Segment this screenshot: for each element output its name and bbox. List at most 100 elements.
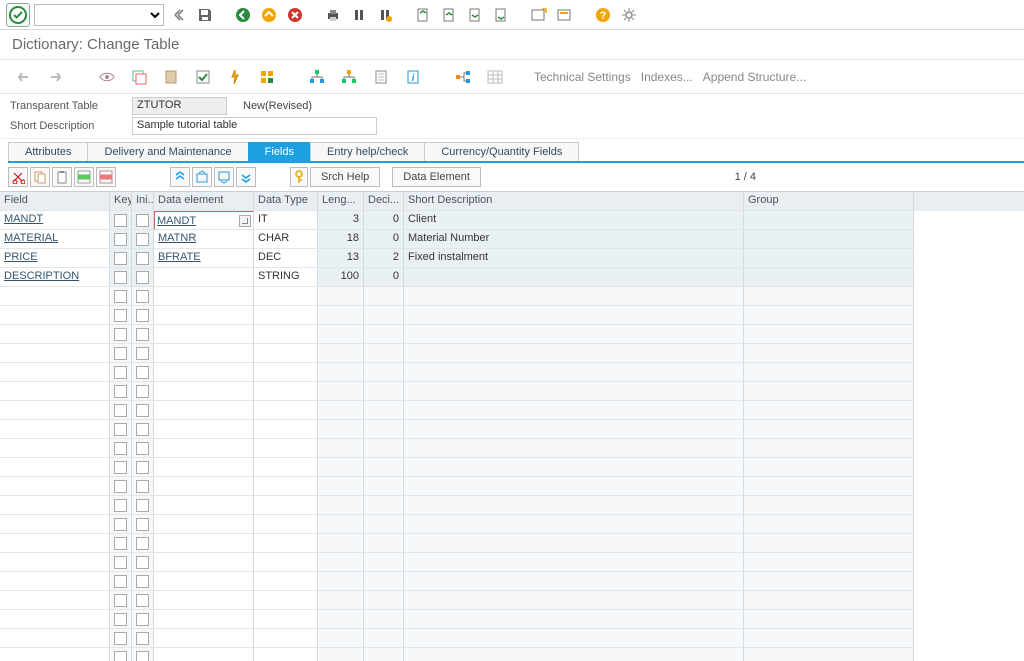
- where-used-icon[interactable]: [257, 67, 277, 87]
- other-object-icon[interactable]: [161, 67, 181, 87]
- find-icon[interactable]: [349, 5, 369, 25]
- field-cell[interactable]: [0, 477, 110, 496]
- data-element-cell[interactable]: [154, 458, 254, 477]
- init-checkbox[interactable]: [132, 344, 154, 363]
- key-checkbox[interactable]: [110, 515, 132, 534]
- group-cell[interactable]: [744, 249, 914, 268]
- init-checkbox[interactable]: [132, 610, 154, 629]
- field-cell[interactable]: [0, 534, 110, 553]
- data-element-cell[interactable]: [154, 572, 254, 591]
- field-cell[interactable]: [0, 420, 110, 439]
- key-checkbox[interactable]: [110, 325, 132, 344]
- col-type[interactable]: Data Type: [254, 192, 318, 211]
- key-checkbox[interactable]: [110, 496, 132, 515]
- copy-icon[interactable]: [30, 167, 50, 187]
- data-element-button[interactable]: Data Element: [392, 167, 481, 187]
- group-cell[interactable]: [744, 572, 914, 591]
- init-checkbox[interactable]: [132, 458, 154, 477]
- data-element-cell[interactable]: [154, 477, 254, 496]
- key-checkbox[interactable]: [110, 572, 132, 591]
- group-cell[interactable]: [744, 306, 914, 325]
- field-cell[interactable]: [0, 610, 110, 629]
- tab-entry-help[interactable]: Entry help/check: [310, 142, 425, 161]
- ok-button[interactable]: [6, 3, 30, 27]
- key-checkbox[interactable]: [110, 268, 132, 287]
- tab-currency[interactable]: Currency/Quantity Fields: [424, 142, 579, 161]
- append-structure-button[interactable]: Append Structure...: [703, 70, 806, 84]
- key-checkbox[interactable]: [110, 249, 132, 268]
- info-icon[interactable]: i: [403, 67, 423, 87]
- data-element-cell[interactable]: [154, 363, 254, 382]
- data-element-cell[interactable]: [154, 648, 254, 661]
- key-checkbox[interactable]: [110, 610, 132, 629]
- table-name-field[interactable]: ZTUTOR: [132, 97, 227, 115]
- init-checkbox[interactable]: [132, 420, 154, 439]
- key-checkbox[interactable]: [110, 382, 132, 401]
- init-checkbox[interactable]: [132, 591, 154, 610]
- data-element-cell[interactable]: [154, 610, 254, 629]
- data-element-cell[interactable]: [154, 439, 254, 458]
- key-checkbox[interactable]: [110, 363, 132, 382]
- field-cell[interactable]: [0, 458, 110, 477]
- data-element-cell[interactable]: MATNR: [154, 230, 254, 249]
- group-cell[interactable]: [744, 553, 914, 572]
- short-desc-field[interactable]: Sample tutorial table: [132, 117, 377, 135]
- field-cell[interactable]: [0, 591, 110, 610]
- table-row[interactable]: [0, 363, 1024, 382]
- field-cell[interactable]: MATERIAL: [0, 230, 110, 249]
- init-checkbox[interactable]: [132, 382, 154, 401]
- key-checkbox[interactable]: [110, 211, 132, 230]
- group-cell[interactable]: [744, 420, 914, 439]
- group-cell[interactable]: [744, 458, 914, 477]
- table-row[interactable]: [0, 420, 1024, 439]
- col-key[interactable]: Key: [110, 192, 132, 211]
- prev-page-icon[interactable]: [439, 5, 459, 25]
- data-element-cell[interactable]: [154, 268, 254, 287]
- table-row[interactable]: [0, 572, 1024, 591]
- key-checkbox[interactable]: [110, 591, 132, 610]
- field-cell[interactable]: [0, 629, 110, 648]
- key-checkbox[interactable]: [110, 287, 132, 306]
- key-checkbox[interactable]: [110, 534, 132, 553]
- table-row[interactable]: DESCRIPTIONSTRING1000: [0, 268, 1024, 287]
- group-cell[interactable]: [744, 287, 914, 306]
- group-cell[interactable]: [744, 534, 914, 553]
- tab-attributes[interactable]: Attributes: [8, 142, 88, 161]
- field-cell[interactable]: [0, 287, 110, 306]
- table-row[interactable]: [0, 458, 1024, 477]
- data-element-cell[interactable]: BFRATE: [154, 249, 254, 268]
- col-group[interactable]: Group: [744, 192, 914, 211]
- group-cell[interactable]: [744, 610, 914, 629]
- collapse-one-icon[interactable]: [214, 167, 234, 187]
- field-cell[interactable]: [0, 439, 110, 458]
- activate-icon[interactable]: [225, 67, 245, 87]
- table-row[interactable]: MANDTMANDTIT30Client: [0, 211, 1024, 230]
- cancel-icon[interactable]: [285, 5, 305, 25]
- technical-settings-button[interactable]: Technical Settings: [534, 70, 631, 84]
- table-row[interactable]: [0, 287, 1024, 306]
- data-element-cell[interactable]: MANDT: [154, 211, 254, 230]
- data-element-cell[interactable]: [154, 629, 254, 648]
- field-cell[interactable]: [0, 382, 110, 401]
- table-row[interactable]: MATERIALMATNRCHAR180Material Number: [0, 230, 1024, 249]
- expand-one-icon[interactable]: [192, 167, 212, 187]
- init-checkbox[interactable]: [132, 363, 154, 382]
- init-checkbox[interactable]: [132, 401, 154, 420]
- field-cell[interactable]: [0, 344, 110, 363]
- expand-all-icon[interactable]: [170, 167, 190, 187]
- data-element-cell[interactable]: [154, 534, 254, 553]
- init-checkbox[interactable]: [132, 515, 154, 534]
- data-element-cell[interactable]: [154, 306, 254, 325]
- init-checkbox[interactable]: [132, 439, 154, 458]
- col-elem[interactable]: Data element: [154, 192, 254, 211]
- init-checkbox[interactable]: [132, 325, 154, 344]
- init-checkbox[interactable]: [132, 477, 154, 496]
- command-field[interactable]: [34, 4, 164, 26]
- init-checkbox[interactable]: [132, 534, 154, 553]
- init-checkbox[interactable]: [132, 287, 154, 306]
- delete-row-icon[interactable]: [96, 167, 116, 187]
- init-checkbox[interactable]: [132, 211, 154, 230]
- arrow-right-icon[interactable]: [47, 67, 67, 87]
- key-checkbox[interactable]: [110, 306, 132, 325]
- table-view-icon[interactable]: [485, 67, 505, 87]
